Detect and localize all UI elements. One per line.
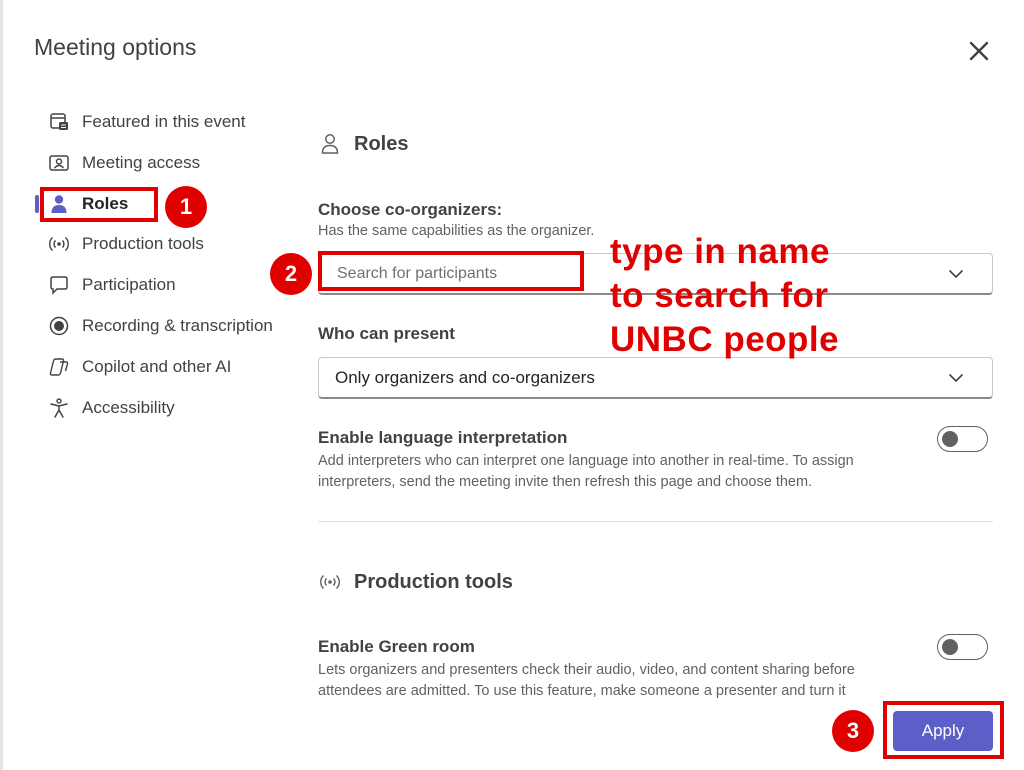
- sidebar-item-production-tools[interactable]: Production tools: [46, 230, 204, 258]
- greenroom-hint-line1: Lets organizers and presenters check the…: [318, 662, 855, 678]
- production-heading-text: Production tools: [354, 570, 513, 593]
- window-edge: [0, 0, 3, 770]
- broadcast-icon: [46, 232, 72, 256]
- chevron-down-icon: [949, 269, 963, 278]
- sidebar-item-featured[interactable]: Featured in this event: [46, 108, 245, 136]
- who-can-present-dropdown[interactable]: Only organizers and co-organizers: [318, 357, 993, 399]
- sidebar-item-copilot[interactable]: Copilot and other AI: [46, 353, 231, 381]
- interpretation-label: Enable language interpretation: [318, 428, 568, 447]
- section-divider: [318, 521, 993, 522]
- sidebar-item-label: Meeting access: [82, 153, 201, 172]
- sidebar-item-label: Featured in this event: [82, 112, 246, 131]
- broadcast-icon: [318, 570, 342, 594]
- annotation-note-line1: type in name: [610, 232, 830, 271]
- sidebar-item-label: Copilot and other AI: [82, 357, 232, 376]
- annotation-note-line2: to search for: [610, 276, 829, 315]
- chat-icon: [46, 273, 72, 297]
- featured-icon: [46, 110, 72, 134]
- annotation-step-1: 1: [165, 186, 207, 228]
- sidebar-item-label: Recording & transcription: [82, 316, 273, 335]
- annotation-box-search: [318, 251, 584, 291]
- greenroom-toggle[interactable]: [937, 634, 988, 660]
- sidebar-item-meeting-access[interactable]: Meeting access: [46, 149, 200, 177]
- greenroom-label: Enable Green room: [318, 637, 475, 656]
- roles-heading-text: Roles: [354, 132, 409, 155]
- sidebar-item-label: Production tools: [82, 234, 204, 253]
- interpretation-hint-line1: Add interpreters who can interpret one l…: [318, 453, 854, 469]
- annotation-box-apply: [883, 701, 1004, 759]
- sidebar-item-participation[interactable]: Participation: [46, 271, 176, 299]
- sidebar-item-recording[interactable]: Recording & transcription: [46, 312, 273, 340]
- sidebar-item-label: Participation: [82, 275, 176, 294]
- copilot-icon: [46, 355, 72, 379]
- interpretation-hint-line2: interpreters, send the meeting invite th…: [318, 474, 813, 490]
- sidebar-item-accessibility[interactable]: Accessibility: [46, 394, 175, 422]
- close-icon[interactable]: [964, 36, 994, 66]
- annotation-step-3: 3: [832, 710, 874, 752]
- coorganizers-label: Choose co-organizers:: [318, 200, 503, 219]
- chevron-down-icon: [949, 373, 963, 382]
- meeting-access-icon: [46, 151, 72, 175]
- roles-section-heading: Roles: [318, 132, 408, 156]
- active-indicator: [35, 195, 39, 213]
- greenroom-hint-line2: attendees are admitted. To use this feat…: [318, 683, 846, 699]
- annotation-box-roles: [40, 187, 158, 222]
- annotation-note: type in name to search for UNBC people: [610, 230, 930, 362]
- record-icon: [46, 314, 72, 338]
- person-outline-icon: [318, 132, 342, 156]
- toggle-knob: [942, 639, 958, 655]
- toggle-knob: [942, 431, 958, 447]
- who-can-present-label: Who can present: [318, 324, 455, 343]
- meeting-options-dialog: Meeting options Featured in this event M…: [0, 0, 1024, 770]
- coorganizers-hint: Has the same capabilities as the organiz…: [318, 223, 595, 239]
- annotation-step-2: 2: [270, 253, 312, 295]
- accessibility-icon: [46, 396, 72, 420]
- production-section-heading: Production tools: [318, 570, 513, 594]
- sidebar-item-label: Accessibility: [82, 398, 175, 417]
- who-can-present-value: Only organizers and co-organizers: [335, 367, 595, 387]
- interpretation-toggle[interactable]: [937, 426, 988, 452]
- dialog-title: Meeting options: [34, 34, 197, 60]
- annotation-note-line3: UNBC people: [610, 320, 840, 359]
